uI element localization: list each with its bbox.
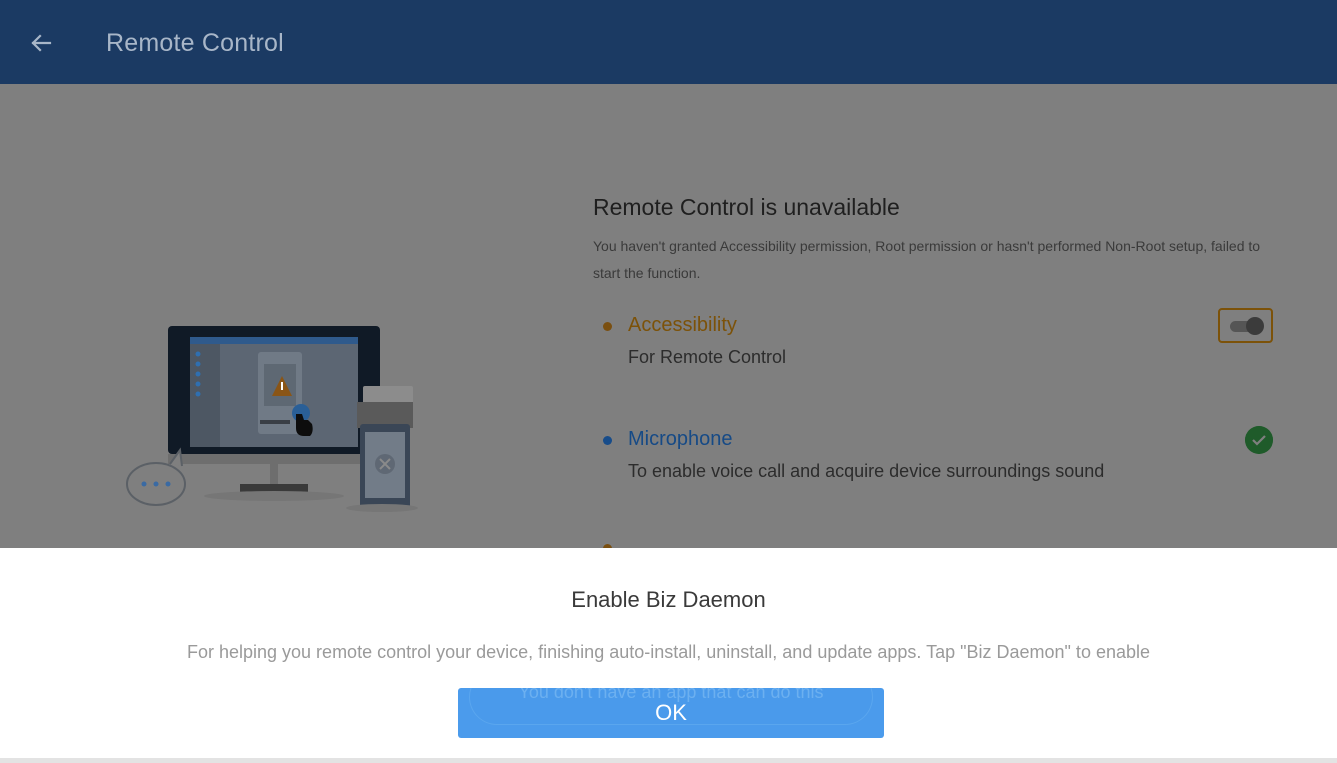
toggle-knob: [1246, 317, 1264, 335]
status-panel: Remote Control is unavailable You haven'…: [593, 194, 1283, 287]
permission-partially-hidden: [593, 536, 1273, 548]
check-circle-icon: [1245, 426, 1273, 454]
content-area: Remote Control is unavailable You haven'…: [0, 84, 1337, 548]
permission-name: Accessibility: [628, 314, 737, 336]
status-heading: Remote Control is unavailable: [593, 194, 900, 220]
dialog-message: For helping you remote control your devi…: [186, 642, 1151, 662]
bottom-divider: [0, 758, 1337, 763]
accessibility-toggle[interactable]: [1218, 308, 1273, 343]
permission-description: To enable voice call and acquire device …: [628, 461, 1105, 481]
permission-name: Microphone: [628, 428, 733, 450]
arrow-left-icon[interactable]: [28, 30, 54, 56]
dialog-title: Enable Biz Daemon: [571, 587, 766, 612]
remote-control-illustration: [126, 326, 418, 512]
ok-button[interactable]: You don't have an app that can do this O…: [458, 688, 884, 738]
permission-description: For Remote Control: [628, 347, 787, 367]
status-dot: [603, 436, 612, 445]
app-bar: Remote Control: [0, 0, 1337, 84]
page-title: Remote Control: [106, 29, 284, 57]
enable-biz-daemon-dialog: Enable Biz Daemon For helping you remote…: [0, 548, 1337, 758]
ok-button-label: OK: [655, 700, 687, 725]
permission-accessibility[interactable]: Accessibility For Remote Control: [593, 308, 1273, 374]
status-description: You haven't granted Accessibility permis…: [593, 238, 1261, 281]
permission-microphone[interactable]: Microphone To enable voice call and acqu…: [593, 426, 1273, 488]
status-dot: [603, 322, 612, 331]
